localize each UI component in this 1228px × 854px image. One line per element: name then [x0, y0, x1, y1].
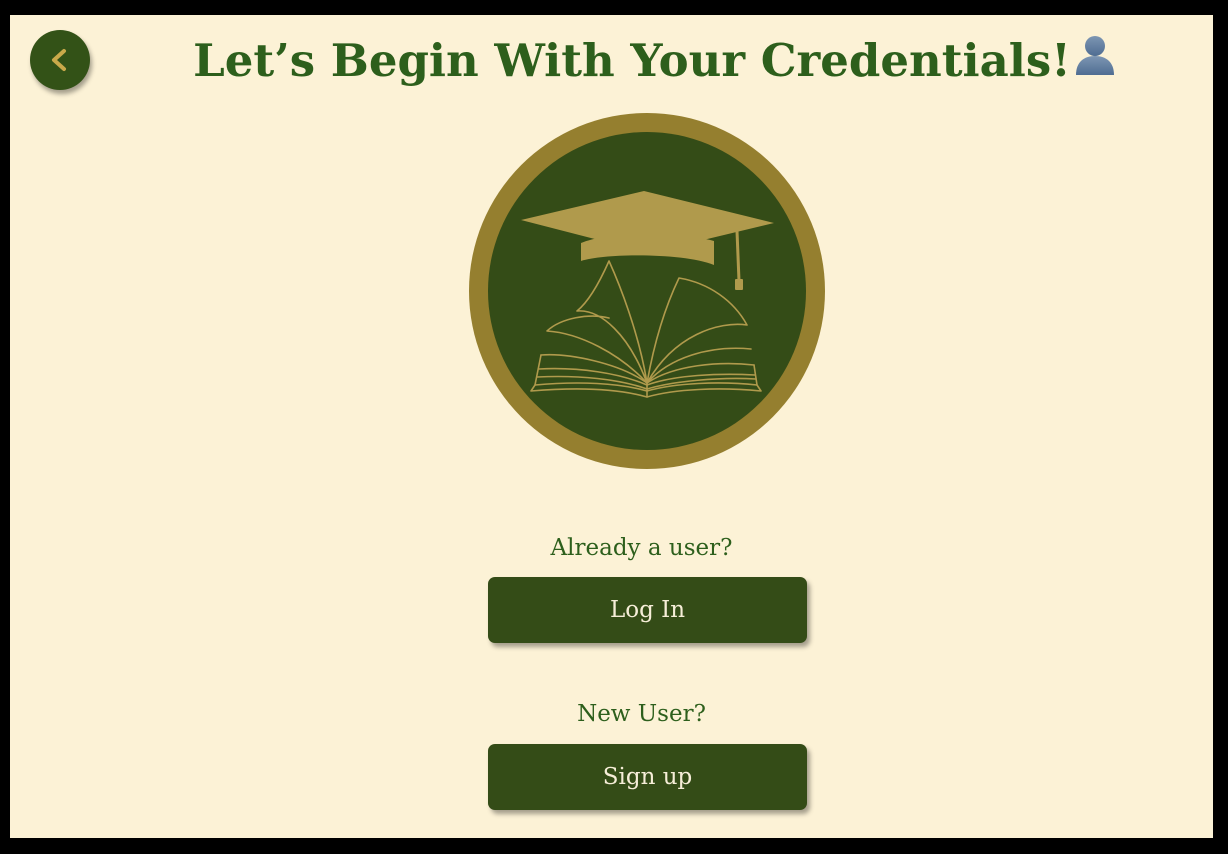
graduation-logo: [469, 113, 825, 469]
login-prompt: Already a user?: [550, 535, 733, 561]
signup-prompt: New User?: [577, 701, 706, 727]
person-silhouette-icon: [1073, 33, 1117, 89]
page-title-text: Let’s Begin With Your Credentials!: [193, 34, 1071, 87]
page-title: Let’s Begin With Your Credentials!: [10, 33, 1213, 93]
app-screen: Let’s Begin With Your Credentials! Alrea…: [10, 15, 1213, 838]
login-button[interactable]: Log In: [488, 577, 807, 643]
signup-button[interactable]: Sign up: [488, 744, 807, 810]
